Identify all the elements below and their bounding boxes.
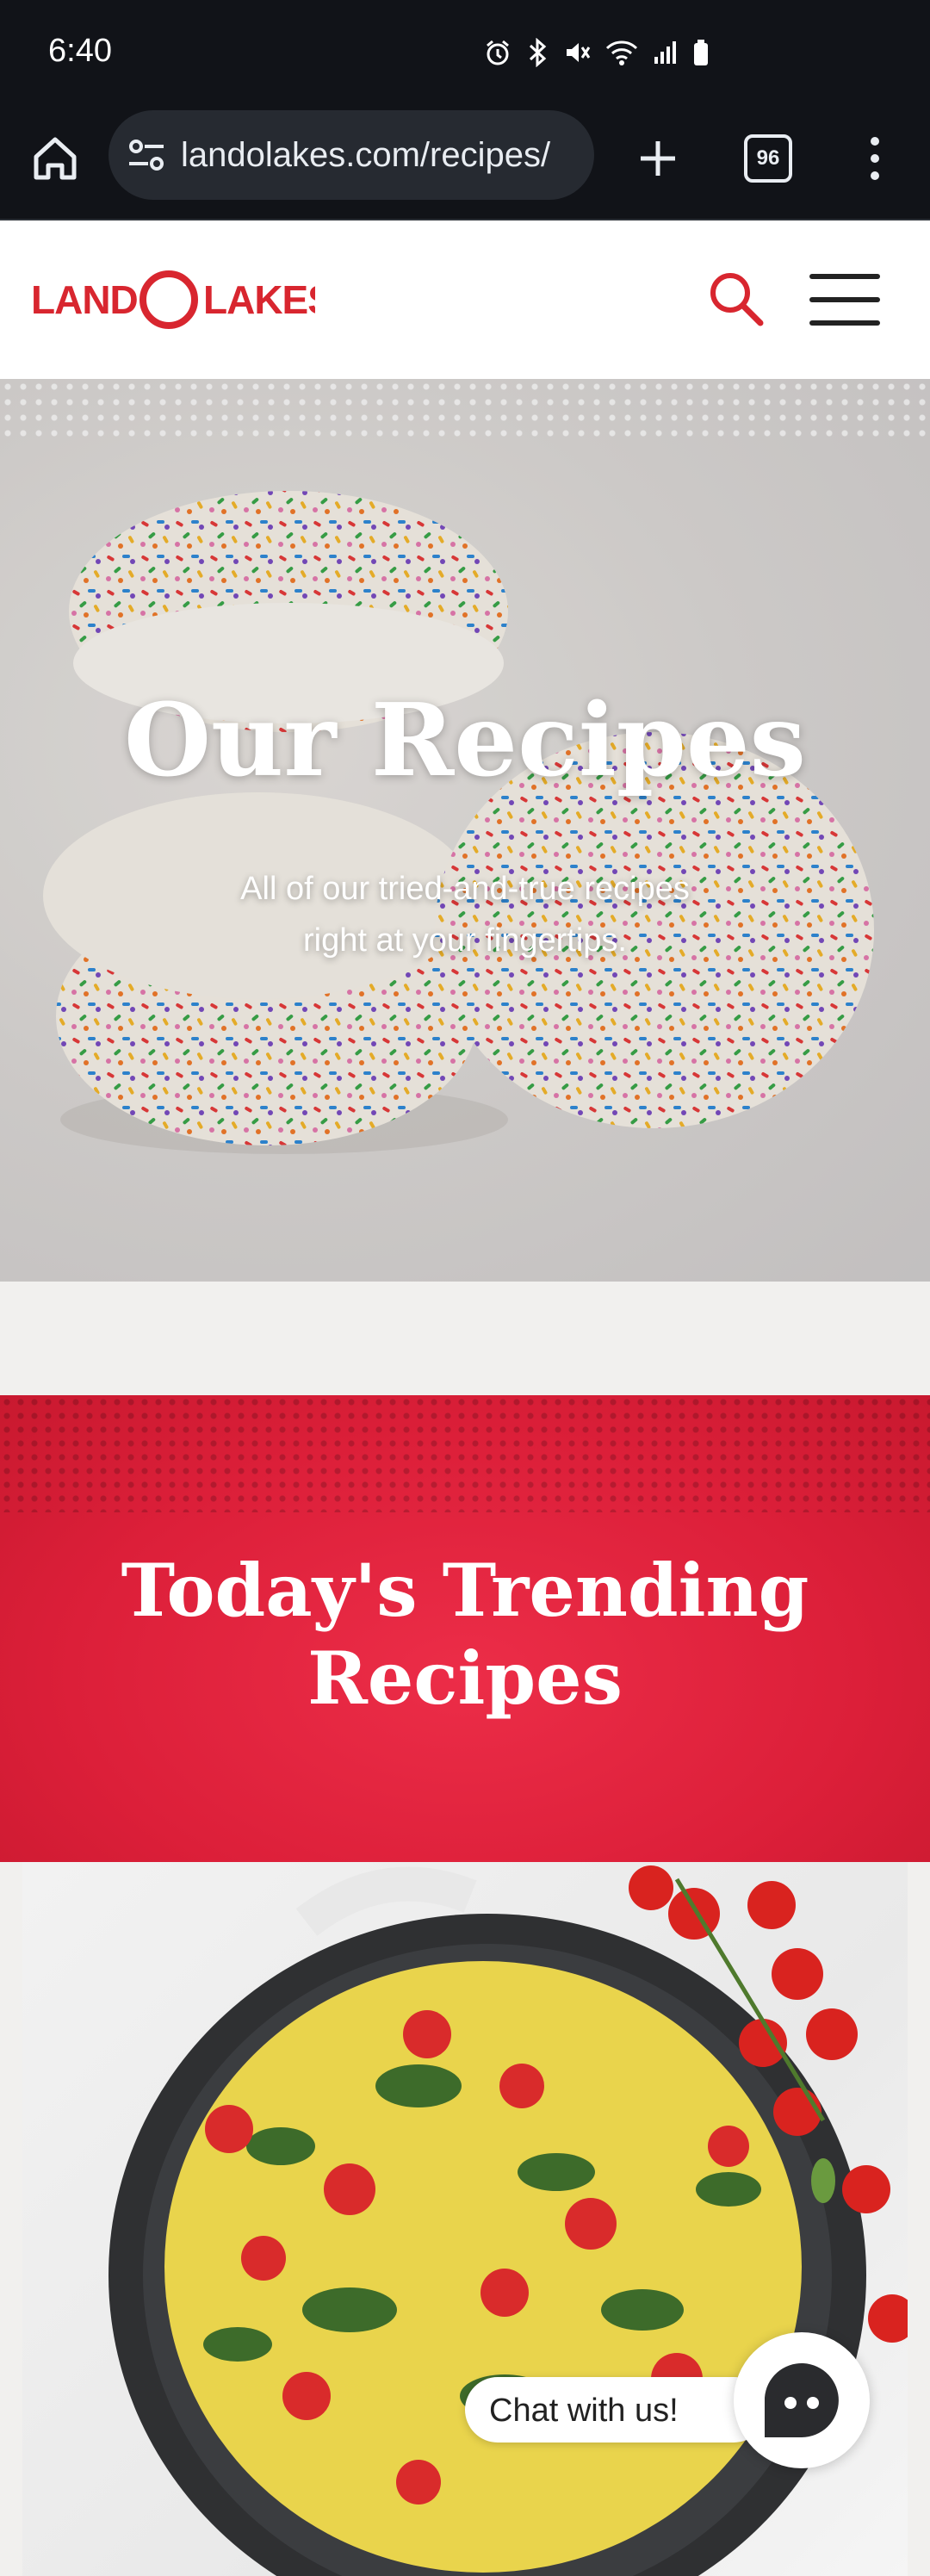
site-settings-icon[interactable] bbox=[127, 136, 165, 174]
trending-section-header: Today's Trending Recipes bbox=[0, 1395, 930, 1862]
tab-switcher-button[interactable]: 96 bbox=[744, 134, 792, 183]
hero-subtitle: All of our tried-and-true recipes right … bbox=[240, 871, 690, 959]
signal-icon bbox=[654, 41, 676, 64]
hero-cookie-image bbox=[0, 379, 930, 1282]
chat-launcher-button[interactable] bbox=[734, 2332, 870, 2468]
url-bar[interactable]: landolakes.com/recipes/ bbox=[108, 110, 594, 200]
chat-with-us-button[interactable]: Chat with us! bbox=[465, 2377, 766, 2443]
recipe-card-image[interactable] bbox=[22, 1862, 908, 2576]
search-icon[interactable] bbox=[706, 269, 766, 329]
menu-icon[interactable] bbox=[809, 274, 880, 326]
section-spacer bbox=[0, 1282, 930, 1395]
hero-title: Our Recipes bbox=[123, 682, 806, 799]
wifi-icon bbox=[605, 40, 638, 65]
chat-label: Chat with us! bbox=[489, 2393, 679, 2429]
frittata-image bbox=[108, 1865, 908, 2576]
home-icon[interactable] bbox=[31, 134, 79, 183]
bluetooth-icon bbox=[529, 38, 547, 67]
chat-bot-icon bbox=[765, 2363, 839, 2437]
mute-icon bbox=[567, 43, 591, 62]
status-icons bbox=[484, 38, 710, 67]
site-header: LAND LAKES bbox=[0, 220, 930, 379]
hero-banner: Our Recipes All of our tried-and-true re… bbox=[0, 379, 930, 1282]
url-text: landolakes.com/recipes/ bbox=[181, 136, 551, 174]
status-bar: 6:40 bbox=[0, 0, 930, 110]
tab-count: 96 bbox=[756, 146, 780, 170]
new-tab-icon[interactable] bbox=[634, 134, 682, 183]
svg-text:LAND: LAND bbox=[31, 277, 138, 322]
more-options-icon[interactable] bbox=[870, 134, 880, 183]
browser-toolbar: landolakes.com/recipes/ 96 bbox=[0, 110, 930, 220]
trending-dot-pattern bbox=[0, 1395, 930, 1512]
status-time: 6:40 bbox=[48, 33, 112, 69]
land-o-lakes-logo[interactable]: LAND LAKES bbox=[31, 269, 315, 329]
alarm-icon bbox=[487, 40, 509, 65]
svg-text:LAKES: LAKES bbox=[203, 277, 315, 322]
trending-title: Today's Trending Recipes bbox=[121, 1548, 809, 1721]
battery-icon bbox=[694, 40, 708, 65]
